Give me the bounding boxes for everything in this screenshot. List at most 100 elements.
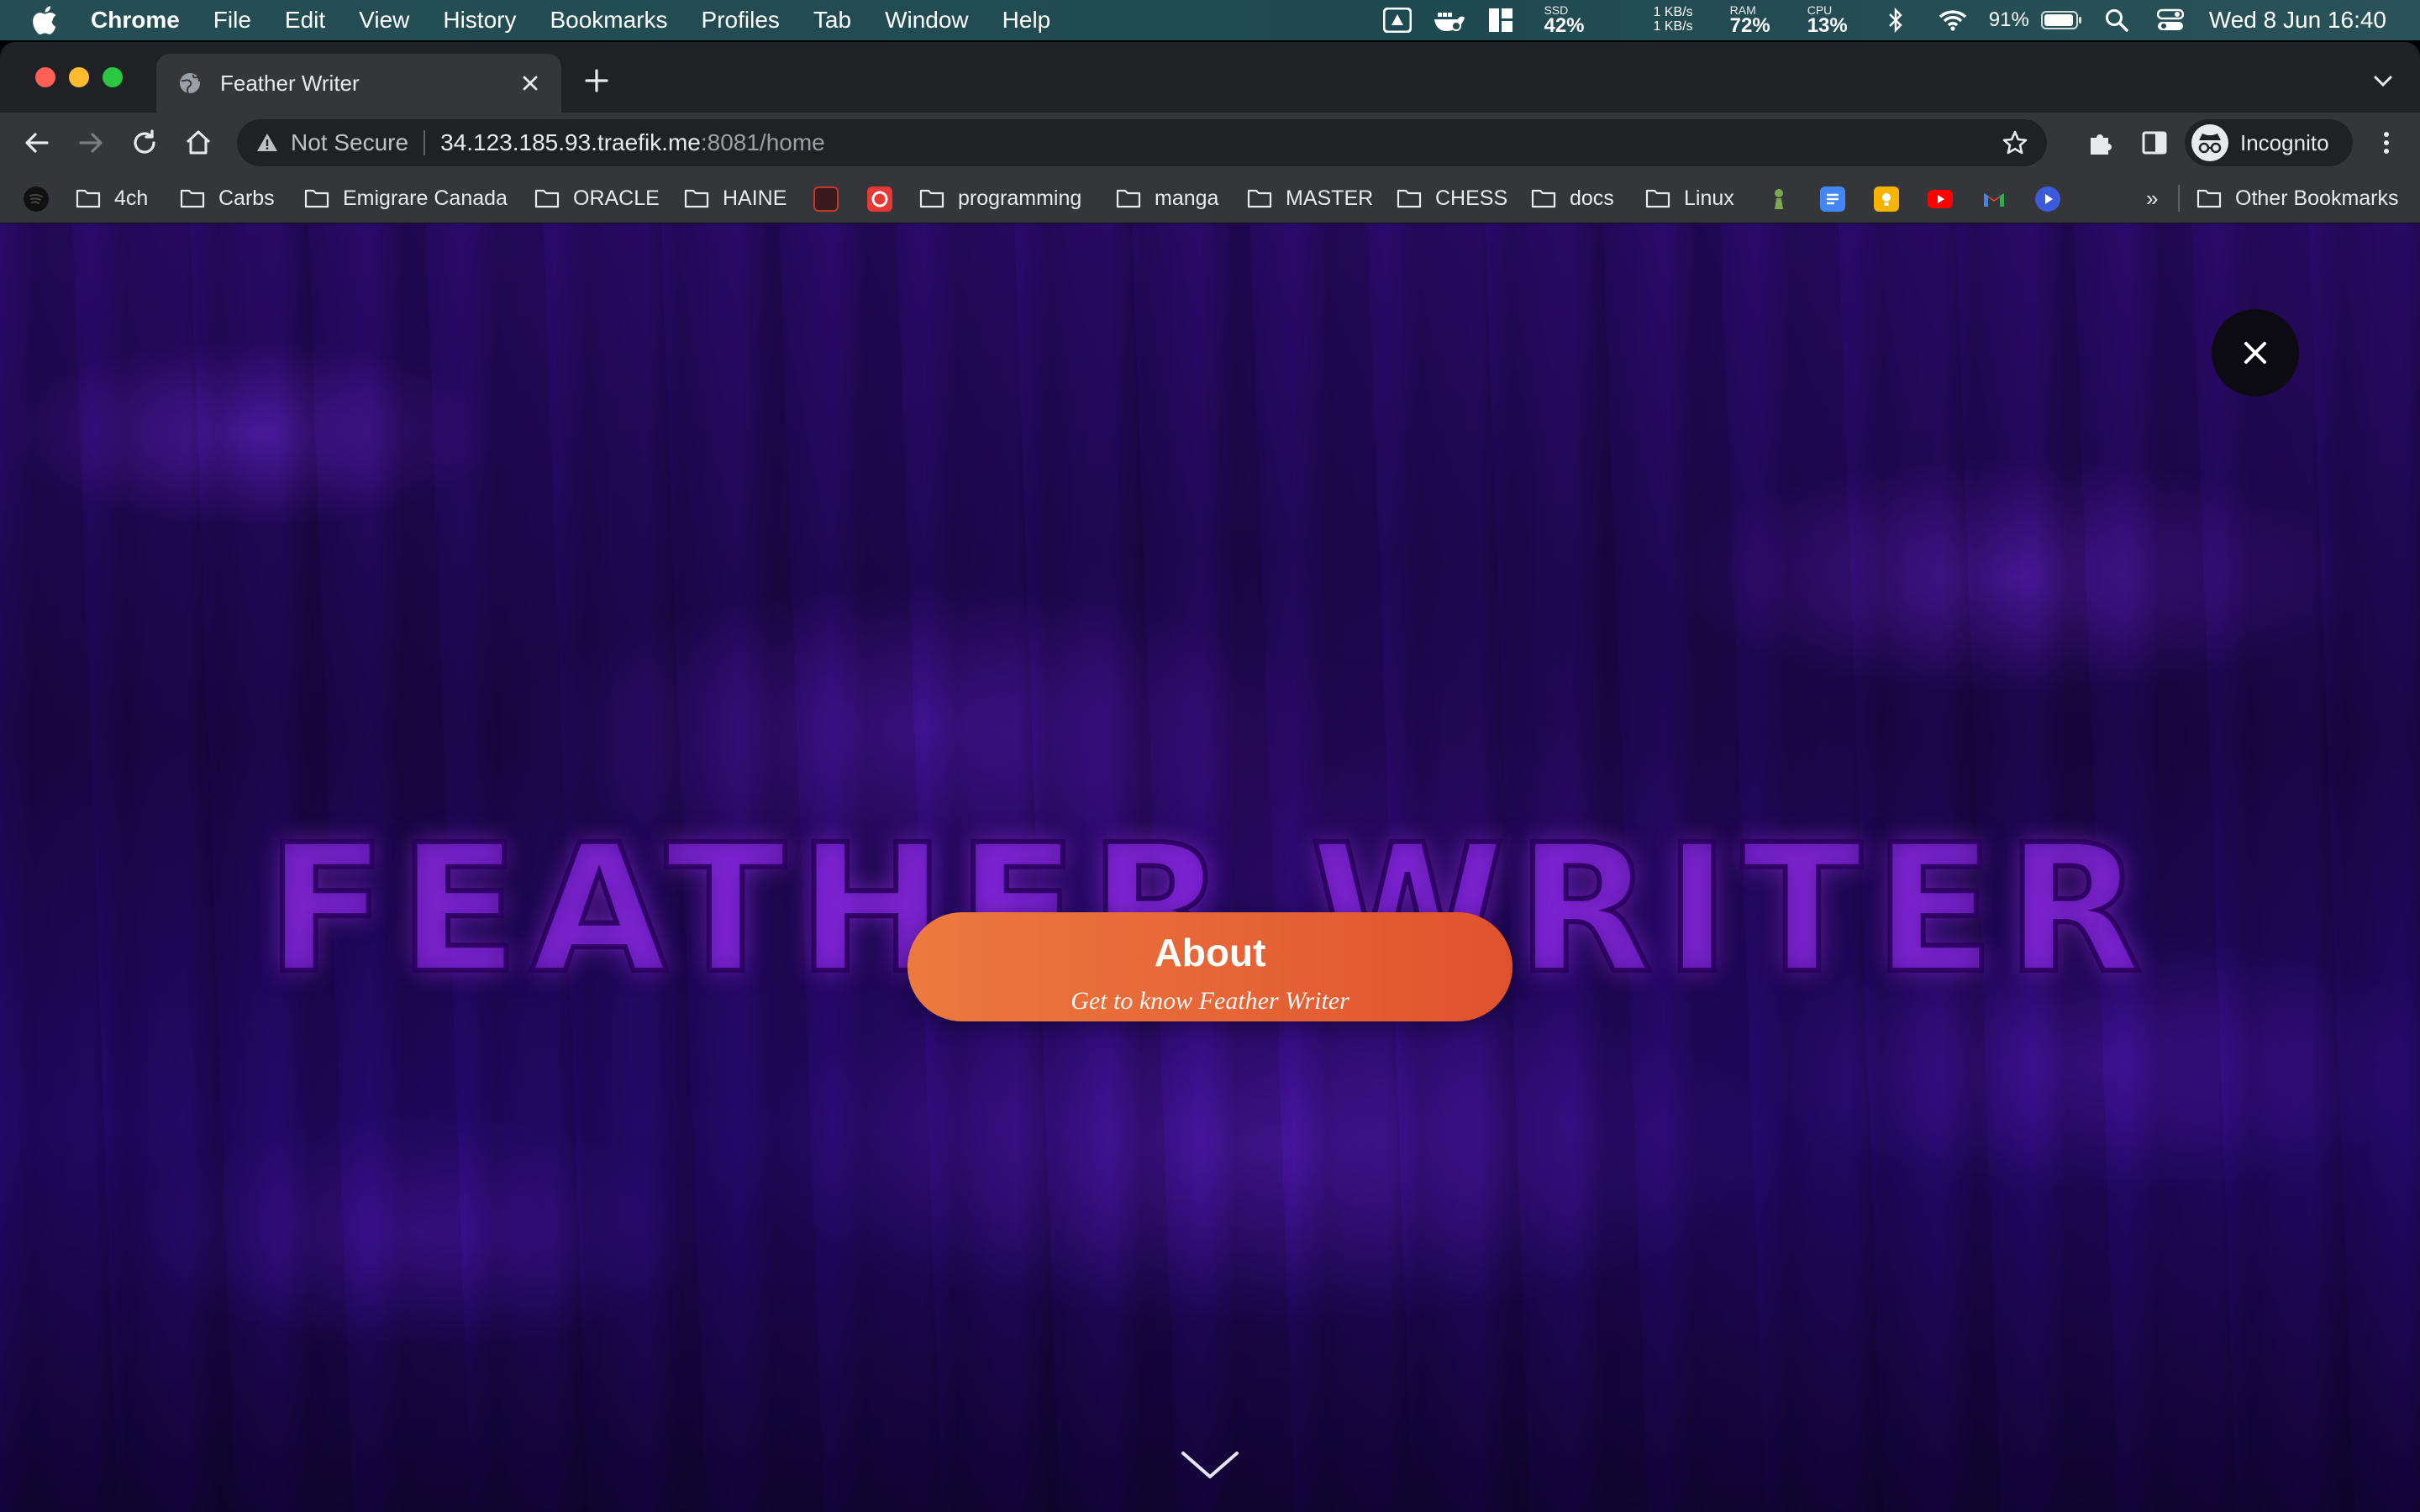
cpu-value: 13% [1807,14,1848,37]
page-hero: FEATHER WRITER About Get to know Feather… [0,223,2420,1512]
bookmark-folder-manga[interactable]: manga [1116,173,1218,223]
menu-profiles[interactable]: Profiles [702,7,780,34]
clock[interactable]: Wed 8 Jun 16:40 [2209,7,2386,34]
ram-label: RAM [1729,3,1756,17]
bookmark-folder-4ch[interactable]: 4ch [76,173,148,223]
profile-label: Incognito [2240,129,2329,155]
warning-triangle-icon[interactable] [255,131,279,155]
control-center-icon[interactable] [2147,0,2194,40]
menu-window[interactable]: Window [885,7,969,34]
gmail-icon[interactable] [1981,186,2007,212]
folder-icon [2196,189,2222,208]
folder-icon [1397,189,1422,208]
bookmark-folder-programming[interactable]: programming [919,173,1081,223]
ram-stat[interactable]: RAM 72% [1730,4,1770,36]
google-keep-icon[interactable] [1874,186,1899,212]
menu-view[interactable]: View [359,7,409,34]
play-circle-icon[interactable] [2035,186,2060,212]
menu-file[interactable]: File [213,7,251,34]
bookmark-folder-linux[interactable]: Linux [1645,173,1734,223]
net-up: 1 KB/s [1653,5,1693,20]
bookmark-star-icon[interactable] [2002,129,2028,156]
bookmark-label: Linux [1684,186,1734,210]
close-window-button[interactable] [35,67,55,87]
menu-help[interactable]: Help [1002,7,1051,34]
wifi-icon[interactable] [1925,0,1981,40]
tab-feather-writer[interactable]: Feather Writer [156,54,561,113]
bookmark-folder-oracle[interactable]: ORACLE [534,173,660,223]
extensions-puzzle-icon[interactable] [2086,128,2116,158]
browser-toolbar: Not Secure 34.123.185.93.traefik.me:8081… [0,113,2420,173]
menu-history[interactable]: History [443,7,516,34]
network-stat[interactable]: 1 KB/s 1 KB/s [1653,5,1693,34]
cpu-stat[interactable]: CPU 13% [1807,4,1848,36]
chevron-down-icon[interactable] [2371,72,2395,89]
bookmark-folder-chess[interactable]: CHESS [1397,173,1507,223]
window-layout-icon[interactable] [1476,0,1525,40]
reload-icon[interactable] [129,128,160,158]
forward-arrow-icon[interactable] [76,128,106,158]
more-vertical-icon[interactable] [2371,128,2402,158]
folder-icon [1116,189,1141,208]
security-status[interactable]: Not Secure [291,129,408,156]
chess-pawn-icon[interactable] [1766,186,1791,212]
macos-menu-bar: Chrome File Edit View History Bookmarks … [0,0,2420,40]
back-arrow-icon[interactable] [22,128,52,158]
battery-percent: 91% [1988,8,2029,31]
tab-strip: Feather Writer [0,42,2420,113]
chrome-window: Feather Writer Not Secure 34.123.185.93.… [0,42,2420,1512]
cpu-label: CPU [1807,3,1833,17]
bookmark-label: docs [1570,186,1614,210]
folder-icon [919,189,944,208]
scroll-down-chevron-icon[interactable] [1180,1448,1240,1482]
close-menu-button[interactable] [2212,309,2299,396]
youtube-icon[interactable] [1928,190,1953,208]
bookmark-folder-master[interactable]: MASTER [1247,173,1373,223]
letterboxd-like-icon[interactable] [813,186,839,212]
menu-edit[interactable]: Edit [285,7,325,34]
ram-value: 72% [1729,14,1770,37]
globe-icon [178,71,202,95]
bookmark-label: manga [1155,186,1219,210]
bookmark-folder-haine[interactable]: HAINE [684,173,786,223]
profile-incognito[interactable]: Incognito [2185,119,2353,166]
bookmark-label: Emigrare Canada [343,186,508,210]
zoom-window-button[interactable] [103,67,123,87]
ssd-value: 42% [1544,14,1585,37]
close-tab-icon[interactable] [519,72,541,94]
url-host: 34.123.185.93.traefik.me [440,129,701,155]
bookmark-label: 4ch [114,186,149,210]
bookmark-folder-carbs[interactable]: Carbs [180,173,275,223]
menu-tab[interactable]: Tab [813,7,851,34]
side-panel-icon[interactable] [2139,128,2170,158]
ssd-stat[interactable]: SSD 42% [1544,4,1584,36]
spotify-icon[interactable] [24,186,49,212]
bookmark-folder-other[interactable]: Other Bookmarks [2196,173,2399,223]
bookmarks-divider [2178,185,2180,212]
about-button-subtitle: Get to know Feather Writer [1071,987,1349,1015]
red-app-icon[interactable] [867,186,892,212]
minimize-window-button[interactable] [69,67,89,87]
folder-icon [304,189,329,208]
net-down: 1 KB/s [1653,19,1693,34]
bookmark-folder-docs[interactable]: docs [1531,173,1614,223]
docker-icon[interactable] [1423,0,1476,40]
bookmark-label: programming [958,186,1082,210]
bookmark-folder-emigrare-canada[interactable]: Emigrare Canada [304,173,508,223]
menu-bookmarks[interactable]: Bookmarks [550,7,667,34]
new-tab-icon[interactable] [581,66,612,96]
menu-app-name[interactable]: Chrome [91,7,180,34]
spotlight-search-icon[interactable] [2086,0,2147,40]
bookmarks-overflow-button[interactable]: » [2146,173,2158,223]
address-separator [424,130,426,155]
battery-icon[interactable] [2038,0,2086,40]
bluetooth-icon[interactable] [1866,0,1925,40]
address-bar[interactable]: Not Secure 34.123.185.93.traefik.me:8081… [237,119,2047,166]
google-drive-icon[interactable] [1372,0,1423,40]
bookmark-label: Carbs [218,186,275,210]
close-icon [2244,342,2266,364]
google-docs-icon[interactable] [1820,186,1845,212]
about-button[interactable]: About Get to know Feather Writer [908,912,1512,1021]
apple-logo-icon[interactable] [32,6,57,34]
home-icon[interactable] [183,128,213,158]
